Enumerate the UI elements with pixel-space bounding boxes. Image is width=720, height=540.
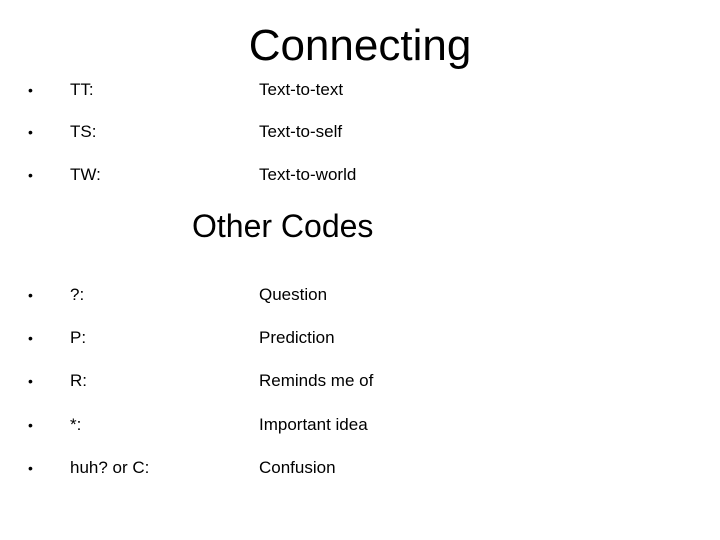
- code-label: ?:: [70, 285, 85, 304]
- code-meaning: Text-to-world: [259, 165, 357, 184]
- list-item: • *: Important idea: [0, 413, 720, 437]
- code-meaning: Reminds me of: [259, 371, 374, 390]
- code-label: TT:: [70, 80, 94, 99]
- bullet-icon: •: [28, 373, 33, 389]
- code-meaning: Question: [259, 285, 328, 304]
- code-meaning: Text-to-self: [259, 122, 343, 141]
- list-item: • TW: Text-to-world: [0, 163, 720, 187]
- bullet-icon: •: [28, 330, 33, 346]
- code-meaning: Text-to-text: [259, 80, 344, 99]
- section-heading: Other Codes: [192, 208, 374, 244]
- bullet-icon: •: [28, 82, 33, 98]
- code-label: TW:: [70, 165, 101, 184]
- code-label: TS:: [70, 122, 97, 141]
- code-meaning: Important idea: [259, 415, 368, 434]
- code-label: R:: [70, 371, 87, 390]
- list-item: • huh? or C: Confusion: [0, 456, 720, 480]
- bullet-icon: •: [28, 460, 33, 476]
- code-label: P:: [70, 328, 87, 347]
- bullet-icon: •: [28, 287, 33, 303]
- list-item: • TT: Text-to-text: [0, 78, 720, 102]
- bullet-icon: •: [28, 124, 33, 140]
- list-item: • ?: Question: [0, 283, 720, 307]
- list-item: • TS: Text-to-self: [0, 120, 720, 144]
- code-label: huh? or C:: [70, 458, 150, 477]
- bullet-icon: •: [28, 417, 33, 433]
- list-item: • P: Prediction: [0, 326, 720, 350]
- code-meaning: Prediction: [259, 328, 335, 347]
- list-item: • R: Reminds me of: [0, 369, 720, 393]
- code-meaning: Confusion: [259, 458, 336, 477]
- bullet-icon: •: [28, 167, 33, 183]
- slide-title: Connecting: [248, 21, 472, 70]
- code-label: *:: [70, 415, 82, 434]
